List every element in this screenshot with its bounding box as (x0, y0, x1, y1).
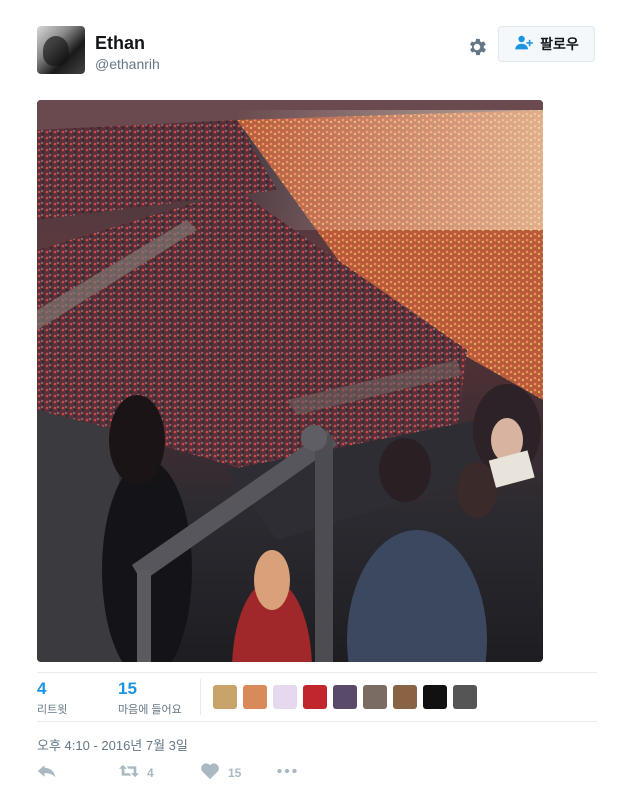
retweet-button[interactable]: 4 (119, 762, 154, 783)
tweet-actions: 4 15 (37, 762, 597, 786)
retweet-action-count: 4 (147, 765, 154, 780)
tweet-stats: 4 리트윗 15 마음에 들어요 (37, 672, 597, 722)
like-button[interactable]: 15 (200, 762, 241, 783)
user-handle[interactable]: @ethanrih (95, 56, 160, 72)
like-stat[interactable]: 15 마음에 들어요 (118, 679, 182, 717)
stadium-photo (37, 100, 543, 662)
tweet-photo[interactable] (37, 100, 543, 662)
liker-avatar[interactable] (363, 685, 387, 709)
user-name[interactable]: Ethan (95, 33, 145, 54)
liker-avatar[interactable] (243, 685, 267, 709)
tweet-header: Ethan @ethanrih 팔로우 (37, 26, 597, 76)
liker-avatar[interactable] (213, 685, 237, 709)
follow-label: 팔로우 (540, 36, 579, 52)
retweet-stat[interactable]: 4 리트윗 (37, 679, 67, 717)
liker-avatar[interactable] (393, 685, 417, 709)
like-count: 15 (118, 679, 137, 698)
more-button[interactable] (277, 762, 297, 783)
liker-avatar[interactable] (453, 685, 477, 709)
gear-icon[interactable] (466, 36, 488, 58)
like-action-count: 15 (228, 765, 242, 780)
more-icon (277, 762, 297, 783)
tweet-timestamp[interactable]: 오후 4:10 - 2016년 7월 3일 (37, 735, 188, 754)
add-user-icon (514, 35, 534, 54)
like-label: 마음에 들어요 (118, 704, 182, 716)
retweet-icon (119, 762, 139, 783)
liker-avatar[interactable] (303, 685, 327, 709)
reply-icon (37, 762, 57, 783)
retweet-label: 리트윗 (37, 704, 68, 716)
liker-avatars (213, 685, 477, 709)
stats-divider (200, 679, 201, 715)
liker-avatar[interactable] (423, 685, 447, 709)
avatar[interactable] (37, 26, 85, 74)
reply-button[interactable] (37, 762, 57, 783)
liker-avatar[interactable] (273, 685, 297, 709)
liker-avatar[interactable] (333, 685, 357, 709)
follow-button[interactable]: 팔로우 (498, 26, 595, 62)
heart-icon (200, 762, 220, 783)
retweet-count: 4 (37, 679, 47, 698)
